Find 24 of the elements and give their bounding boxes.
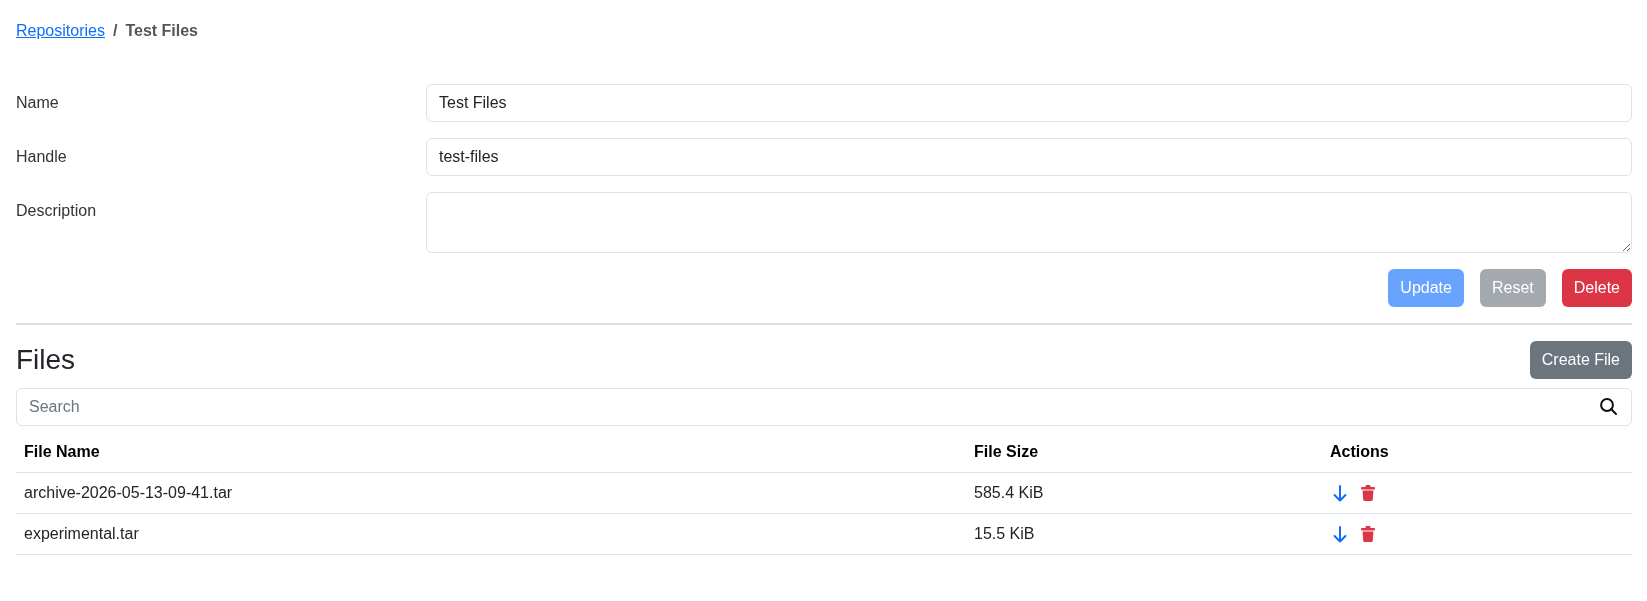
- secondary-button[interactable]: Create File: [1529, 341, 1632, 379]
- breadcrumb-link[interactable]: Repositories: [16, 19, 105, 43]
- column-header: File Name: [16, 432, 966, 473]
- trash-icon[interactable]: [1361, 485, 1375, 501]
- field-label: Handle: [16, 147, 67, 167]
- arrow-down-icon[interactable]: [1333, 484, 1347, 502]
- text-field[interactable]: test-files: [426, 138, 1632, 176]
- section-heading: Files: [16, 343, 76, 377]
- field-label: Description: [16, 201, 97, 221]
- field-label: Name: [16, 93, 59, 113]
- search-icon[interactable]: [1600, 398, 1617, 415]
- column-header: File Size: [966, 432, 1322, 473]
- table-cell: experimental.tar: [16, 513, 966, 555]
- trash-icon[interactable]: [1361, 526, 1375, 542]
- arrow-down-icon[interactable]: [1333, 525, 1347, 543]
- breadcrumb-current: Test Files: [125, 21, 198, 41]
- text-field[interactable]: Test Files: [426, 84, 1632, 122]
- danger-button[interactable]: Delete: [1561, 269, 1632, 307]
- breadcrumb-separator: /: [112, 21, 118, 41]
- table-cell: 15.5 KiB: [966, 513, 1322, 555]
- table-cell: archive-2026-05-13-09-41.tar: [16, 472, 966, 514]
- table-cell: 585.4 KiB: [966, 472, 1322, 514]
- column-header: Actions: [1322, 432, 1632, 473]
- search-field[interactable]: Search: [16, 388, 1632, 426]
